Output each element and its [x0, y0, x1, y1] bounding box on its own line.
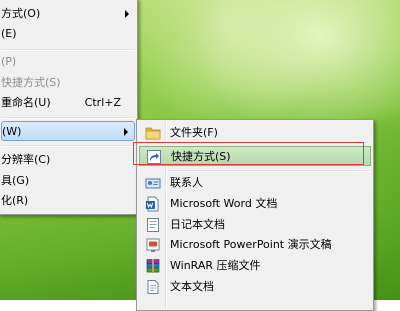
submenu-item-journal-document[interactable]: 日记本文档	[139, 215, 371, 235]
menu-separator	[169, 170, 371, 172]
menu-item-paste-shortcut[interactable]: 快捷方式(S)	[1, 73, 135, 93]
menu-separator	[1, 117, 135, 119]
submenu-item-label: 快捷方式(S)	[171, 150, 231, 163]
submenu-item-text-document[interactable]: 文本文档	[139, 277, 371, 297]
menu-item-label: 快捷方式(S)	[1, 76, 61, 89]
menu-item-open-with[interactable]: 方式(O)	[1, 4, 135, 24]
submenu-item-label: 日记本文档	[170, 218, 225, 231]
submenu-item-powerpoint-document[interactable]: Microsoft PowerPoint 演示文稿	[139, 235, 371, 255]
new-submenu: 文件夹(F) 快捷方式(S) 联系人 Microsoft Word 文档 日记本…	[136, 119, 374, 311]
submenu-item-label: 文本文档	[170, 280, 214, 293]
menu-item-label: 重命名(U)	[1, 96, 51, 109]
folder-icon	[145, 125, 161, 141]
menu-item-label: (P)	[1, 55, 17, 68]
menu-item-label: 具(G)	[1, 174, 30, 187]
submenu-item-label: Microsoft PowerPoint 演示文稿	[170, 238, 332, 251]
menu-item-label: 方式(O)	[1, 7, 41, 20]
chevron-right-icon	[125, 10, 129, 18]
menu-item-gadgets[interactable]: 具(G)	[1, 171, 135, 191]
submenu-item-label: 联系人	[170, 176, 203, 189]
desktop-context-menu: 方式(O) (E) (P) 快捷方式(S) 重命名(U) Ctrl+Z (W) …	[0, 0, 138, 215]
word-document-icon	[145, 196, 161, 212]
menu-item-edit[interactable]: (E)	[1, 24, 135, 44]
menu-item-new[interactable]: (W)	[1, 121, 135, 141]
submenu-item-contact[interactable]: 联系人	[139, 173, 371, 193]
chevron-right-icon	[124, 128, 128, 136]
submenu-item-shortcut[interactable]: 快捷方式(S)	[139, 146, 371, 166]
menu-item-screen-resolution[interactable]: 分辨率(C)	[1, 150, 135, 170]
menu-item-label: (E)	[1, 27, 17, 40]
journal-document-icon	[145, 217, 161, 233]
submenu-item-folder[interactable]: 文件夹(F)	[139, 123, 371, 143]
submenu-item-label: Microsoft Word 文档	[170, 197, 278, 210]
shortcut-icon	[146, 149, 162, 165]
menu-item-personalize[interactable]: 化(R)	[1, 191, 135, 211]
menu-item-label: 化(R)	[1, 194, 29, 207]
submenu-item-label: WinRAR 压缩文件	[170, 259, 261, 272]
contact-icon	[145, 175, 161, 191]
menu-separator	[1, 145, 135, 147]
submenu-item-winrar-archive[interactable]: WinRAR 压缩文件	[139, 256, 371, 276]
winrar-archive-icon	[145, 258, 161, 274]
submenu-item-word-document[interactable]: Microsoft Word 文档	[139, 194, 371, 214]
menu-item-shortcut: Ctrl+Z	[84, 96, 121, 109]
menu-item-paste[interactable]: (P)	[1, 52, 135, 72]
submenu-item-label: 文件夹(F)	[170, 126, 218, 139]
powerpoint-document-icon	[145, 237, 161, 253]
menu-item-undo-rename[interactable]: 重命名(U) Ctrl+Z	[1, 93, 135, 113]
menu-item-label: 分辨率(C)	[1, 153, 51, 166]
menu-item-label: (W)	[2, 125, 22, 138]
text-document-icon	[145, 279, 161, 295]
menu-separator	[1, 49, 135, 51]
